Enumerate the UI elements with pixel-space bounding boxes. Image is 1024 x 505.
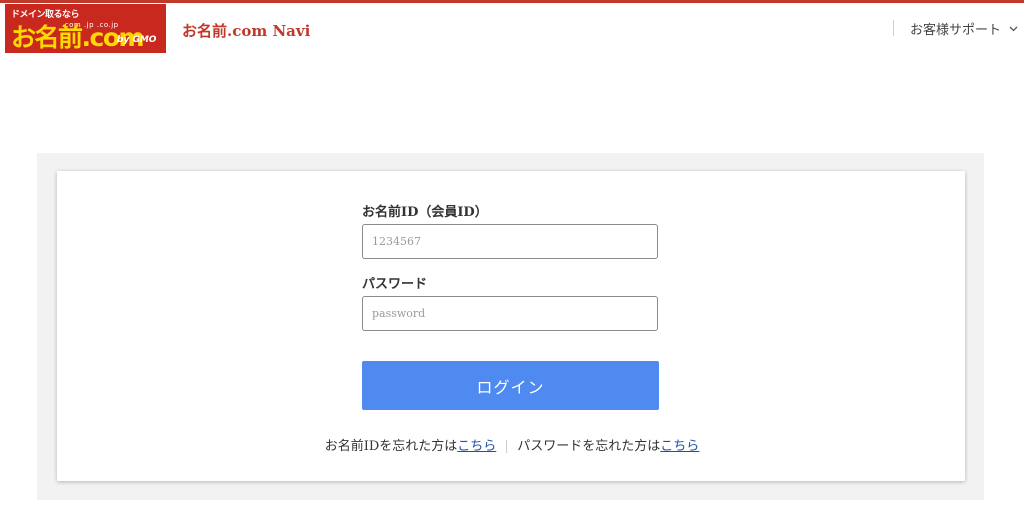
header: ドメイン取るなら .com .jp .co.jp お名前.com by GMO … (0, 3, 1024, 53)
member-id-label: お名前ID（会員ID） (362, 205, 488, 220)
customer-support-label: お客様サポート (910, 23, 1002, 38)
help-divider (506, 440, 508, 453)
logo-by-gmo: by GMO (117, 35, 157, 45)
forgot-id-link[interactable]: こちら (457, 439, 496, 454)
password-input[interactable] (362, 296, 658, 331)
help-links: お名前IDを忘れた方はこちら パスワードを忘れた方はこちら (0, 435, 1024, 454)
login-button[interactable]: ログイン (362, 361, 659, 410)
password-label: パスワード (362, 277, 428, 292)
forgot-id-text: お名前IDを忘れた方は (324, 439, 458, 454)
customer-support-menu[interactable]: お客様サポート (910, 19, 1018, 38)
forgot-password-link[interactable]: こちら (660, 439, 699, 454)
onamae-logo[interactable]: ドメイン取るなら .com .jp .co.jp お名前.com by GMO (5, 4, 166, 53)
forgot-password-text: パスワードを忘れた方は (517, 439, 661, 454)
header-divider (893, 20, 894, 36)
member-id-input[interactable] (362, 224, 658, 259)
chevron-down-icon (1009, 26, 1018, 32)
app-title: お名前.com Navi (182, 22, 311, 40)
